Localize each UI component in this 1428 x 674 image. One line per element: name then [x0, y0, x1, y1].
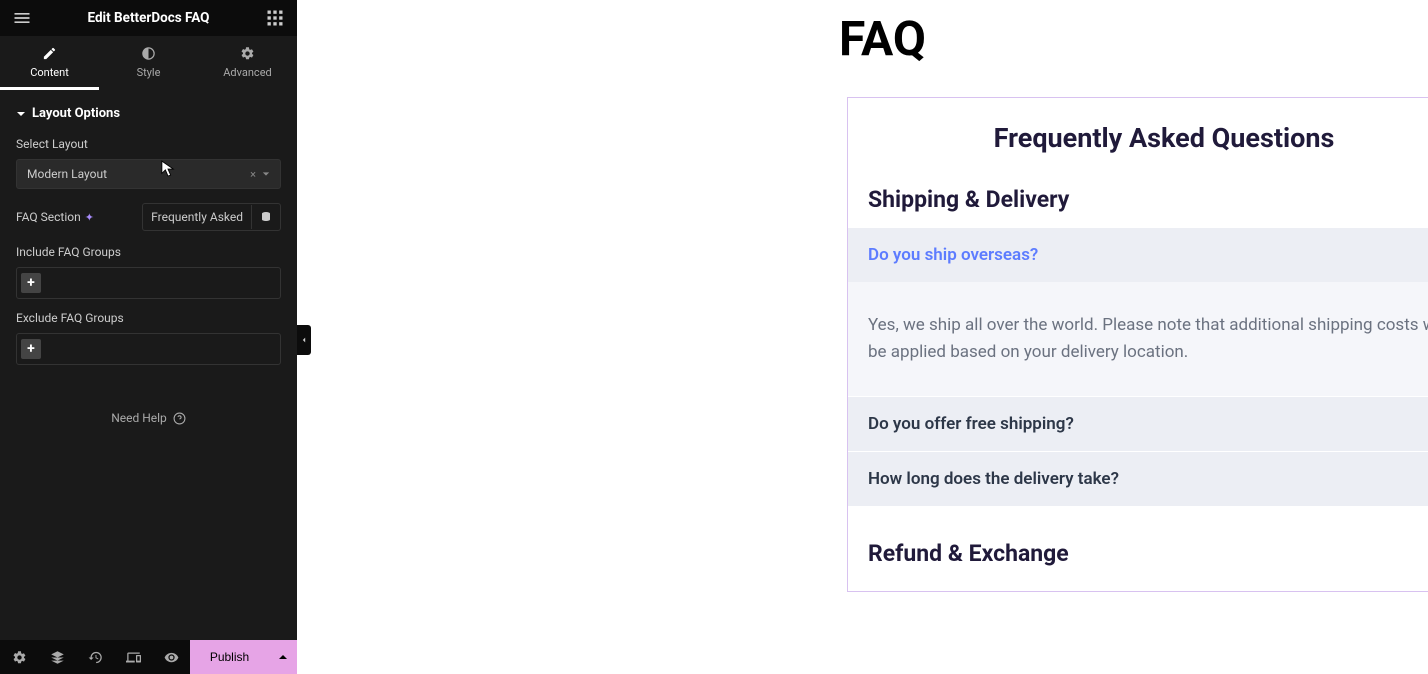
select-layout-label: Select Layout — [16, 137, 281, 151]
faq-question-text: Do you offer free shipping? — [868, 414, 1074, 434]
collapse-sidebar-handle[interactable] — [297, 325, 311, 355]
tab-label: Style — [137, 66, 161, 79]
faq-widget[interactable]: Frequently Asked Questions Shipping & De… — [847, 97, 1428, 592]
section-title: Layout Options — [32, 106, 120, 121]
include-groups-input[interactable]: + — [16, 267, 281, 299]
menu-button[interactable] — [12, 8, 32, 28]
history-icon — [88, 650, 103, 665]
history-button[interactable] — [76, 640, 114, 674]
chevron-left-icon — [301, 335, 307, 345]
sidebar-title: Edit BetterDocs FAQ — [32, 10, 265, 26]
editor-canvas: FAQ Frequently Asked Questions Shipping … — [297, 0, 1428, 674]
grid-icon — [265, 8, 285, 28]
settings-button[interactable] — [0, 640, 38, 674]
include-groups-label: Include FAQ Groups — [16, 245, 281, 259]
publish-options-button[interactable] — [269, 640, 297, 674]
gear-icon — [240, 46, 255, 61]
select-value: Modern Layout — [27, 167, 107, 181]
publish-button[interactable]: Publish — [190, 640, 269, 674]
faq-item: Do you offer free shipping? — [848, 396, 1428, 451]
page-title: FAQ — [297, 0, 1428, 67]
faq-section-value: Frequently Asked — [143, 204, 251, 230]
control-select-layout: Select Layout Modern Layout × — [0, 131, 297, 195]
devices-icon — [126, 650, 141, 665]
help-icon — [173, 412, 186, 425]
faq-section-label: FAQ Section — [16, 210, 81, 224]
editor-sidebar: Edit BetterDocs FAQ Content Style Advanc… — [0, 0, 297, 674]
exclude-groups-label: Exclude FAQ Groups — [16, 311, 281, 325]
control-include-groups: Include FAQ Groups + — [0, 239, 297, 305]
exclude-groups-input[interactable]: + — [16, 333, 281, 365]
sidebar-footer: Publish — [0, 640, 297, 674]
faq-group-title: Refund & Exchange — [848, 506, 1428, 581]
dynamic-tags-button[interactable] — [251, 205, 280, 229]
faq-item: Do you ship overseas? Yes, we ship all o… — [848, 227, 1428, 396]
faq-question-header[interactable]: How long does the delivery take? — [848, 451, 1428, 506]
faq-question-text: Do you ship overseas? — [868, 245, 1038, 265]
need-help-link[interactable]: Need Help — [0, 371, 297, 435]
faq-group-title: Shipping & Delivery — [848, 172, 1428, 227]
caret-down-icon — [16, 109, 26, 119]
pencil-icon — [42, 46, 57, 61]
tab-label: Content — [30, 66, 69, 79]
tab-style[interactable]: Style — [99, 36, 198, 90]
ai-sparkle-icon[interactable]: ✦ — [85, 211, 94, 224]
add-tag-button[interactable]: + — [21, 273, 41, 293]
tab-content[interactable]: Content — [0, 36, 99, 90]
faq-question-text: How long does the delivery take? — [868, 469, 1119, 489]
panel-content: Layout Options Select Layout Modern Layo… — [0, 90, 297, 435]
contrast-icon — [141, 46, 156, 61]
faq-widget-title: Frequently Asked Questions — [848, 98, 1428, 172]
need-help-label: Need Help — [111, 411, 167, 425]
eye-icon — [164, 650, 179, 665]
preview-button[interactable] — [152, 640, 190, 674]
gear-icon — [12, 650, 27, 665]
tab-advanced[interactable]: Advanced — [198, 36, 297, 90]
faq-item: How long does the delivery take? — [848, 451, 1428, 506]
faq-section-input[interactable]: Frequently Asked — [142, 203, 281, 231]
faq-question-header[interactable]: Do you offer free shipping? — [848, 396, 1428, 451]
faq-question-header[interactable]: Do you ship overseas? — [848, 227, 1428, 282]
sidebar-header: Edit BetterDocs FAQ — [0, 0, 297, 36]
section-layout-options[interactable]: Layout Options — [0, 90, 297, 131]
chevron-up-icon — [278, 652, 288, 662]
add-tag-button[interactable]: + — [21, 339, 41, 359]
faq-answer: Yes, we ship all over the world. Please … — [848, 282, 1428, 396]
control-exclude-groups: Exclude FAQ Groups + — [0, 305, 297, 371]
responsive-button[interactable] — [114, 640, 152, 674]
database-icon — [260, 211, 272, 223]
clear-icon[interactable]: × — [250, 168, 256, 181]
tab-label: Advanced — [223, 66, 271, 79]
sidebar-tabs: Content Style Advanced — [0, 36, 297, 90]
chevron-down-icon — [262, 170, 270, 178]
grid-button[interactable] — [265, 8, 285, 28]
select-layout-dropdown[interactable]: Modern Layout × — [16, 159, 281, 189]
layers-icon — [50, 650, 65, 665]
hamburger-icon — [12, 8, 32, 28]
control-faq-section: FAQ Section ✦ Frequently Asked — [0, 195, 297, 239]
navigator-button[interactable] — [38, 640, 76, 674]
